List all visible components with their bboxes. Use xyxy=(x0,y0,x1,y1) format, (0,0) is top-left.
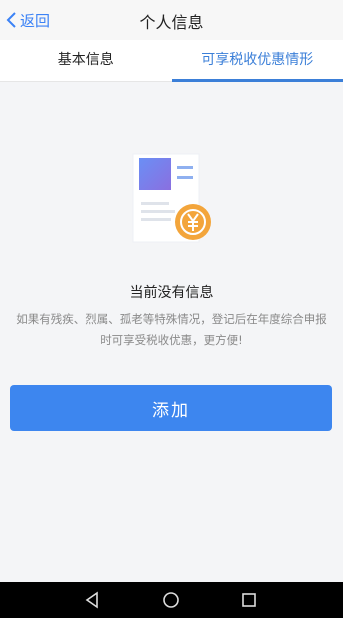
recents-square-icon[interactable] xyxy=(239,590,259,610)
empty-state-description: 如果有残疾、烈属、孤老等特殊情况，登记后在年度综合申报时可享受税收优惠，更方便! xyxy=(16,312,327,347)
add-button[interactable]: 添加 xyxy=(10,385,332,431)
top-bar: 返回 个人信息 xyxy=(0,0,343,40)
empty-state-title: 当前没有信息 xyxy=(129,285,214,301)
home-circle-icon[interactable] xyxy=(161,590,181,610)
tab-basic-info[interactable]: 基本信息 xyxy=(0,40,172,81)
page-title: 个人信息 xyxy=(139,13,204,32)
tab-tax-benefits[interactable]: 可享税收优惠情形 xyxy=(171,40,343,82)
tab-bar: 基本信息 可享税收优惠情形 xyxy=(0,40,343,82)
back-triangle-icon[interactable] xyxy=(82,590,102,610)
system-nav-bar xyxy=(0,582,343,618)
yuan-coin-document-icon xyxy=(132,153,211,243)
